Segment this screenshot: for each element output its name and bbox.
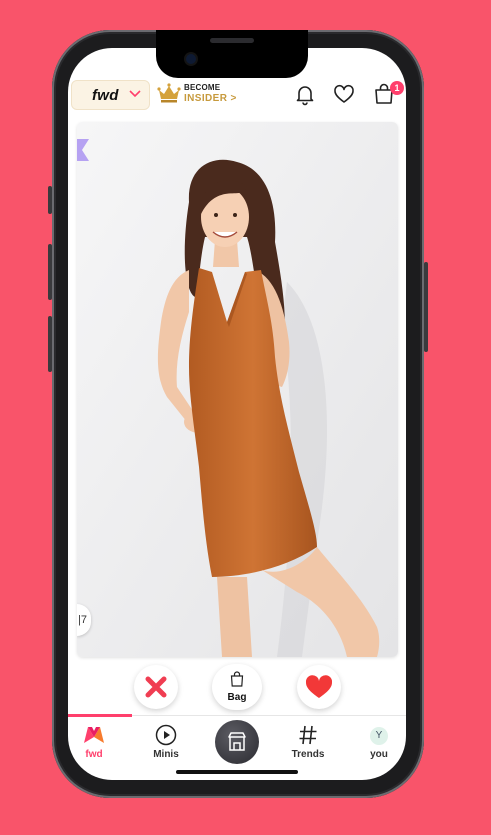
brand-switcher[interactable]: fwd xyxy=(71,80,150,110)
crown-icon xyxy=(157,83,181,103)
product-card[interactable]: |7 xyxy=(77,122,398,657)
insider-line2: INSIDER > xyxy=(184,93,237,104)
top-bar: fwd BECOME INSIDER > 1 xyxy=(68,78,406,114)
nav-label-fwd: fwd xyxy=(85,749,103,760)
nav-label-minis: Minis xyxy=(153,749,179,760)
device-notch xyxy=(156,30,308,78)
bookmark-flag-icon xyxy=(77,139,89,161)
front-camera xyxy=(186,54,196,64)
home-indicator xyxy=(176,770,298,774)
volume-up-button xyxy=(48,244,52,300)
heart-icon[interactable] xyxy=(332,82,356,106)
volume-down-button xyxy=(48,316,52,372)
play-circle-icon xyxy=(155,724,177,746)
hashtag-icon xyxy=(299,725,317,745)
nav-active-indicator xyxy=(68,714,132,717)
bag-icon xyxy=(230,671,244,687)
product-image xyxy=(77,122,398,657)
cross-icon xyxy=(145,676,167,698)
like-button[interactable] xyxy=(297,665,341,709)
app-screen: fwd BECOME INSIDER > 1 |7 Bag fwd Minis … xyxy=(68,48,406,780)
add-to-bag-button[interactable]: Bag xyxy=(212,664,262,710)
avatar: Y xyxy=(370,727,388,745)
store-icon xyxy=(228,732,246,751)
nav-item-store[interactable] xyxy=(215,720,259,764)
bell-icon[interactable] xyxy=(293,82,317,106)
speaker-grille xyxy=(210,38,254,43)
dislike-button[interactable] xyxy=(134,665,178,709)
cart-count-badge: 1 xyxy=(390,81,404,95)
myntra-logo-icon xyxy=(84,727,104,743)
bag-button-label: Bag xyxy=(227,692,247,703)
power-button xyxy=(424,262,428,352)
heart-filled-icon xyxy=(305,675,333,698)
chevron-down-icon xyxy=(129,90,141,98)
insider-line1: BECOME xyxy=(184,83,221,92)
nav-label-trends: Trends xyxy=(291,749,325,760)
brand-label: fwd xyxy=(92,87,119,104)
mute-switch xyxy=(48,186,52,214)
nav-label-you: you xyxy=(370,749,388,760)
